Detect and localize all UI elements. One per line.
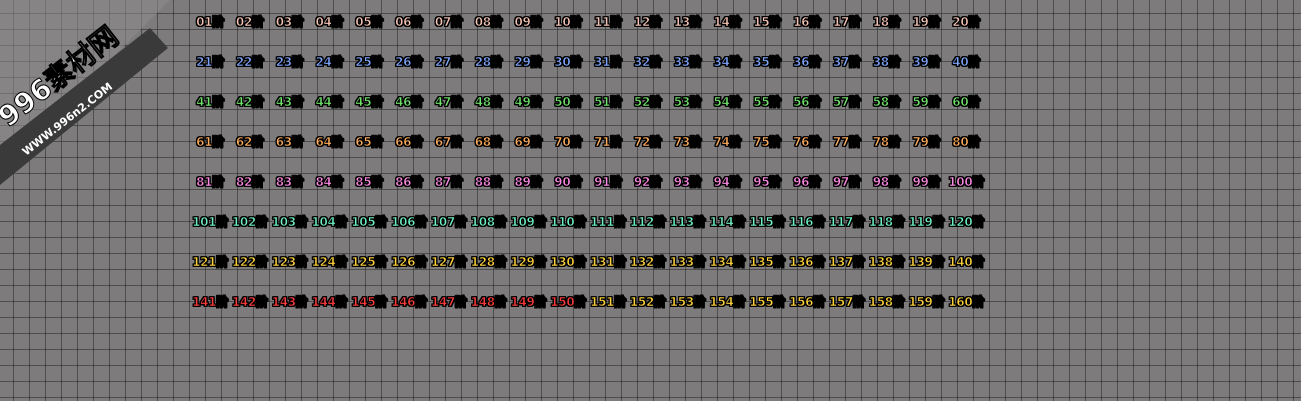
tier-row: 141阶 142阶 143阶 144阶 145阶 146阶 147阶 148阶 149阶 150阶… bbox=[180, 291, 1000, 331]
tier-row: 01阶 02阶 03阶 04阶 05阶 06阶 07阶 08阶 09阶 10阶 11阶 12阶 13阶 1… bbox=[180, 11, 1000, 51]
tier-label: 80阶 bbox=[952, 135, 981, 150]
tier-label: 40阶 bbox=[952, 55, 981, 70]
tier-label: 140阶 bbox=[948, 255, 985, 270]
tier-row: 121阶 122阶 123阶 124阶 125阶 126阶 127阶 128阶 129阶 130阶… bbox=[180, 251, 1000, 291]
tier-label: 20阶 bbox=[952, 15, 981, 30]
tier-label: 100阶 bbox=[948, 175, 985, 190]
tier-label: 60阶 bbox=[952, 95, 981, 110]
tier-row: 41阶 42阶 43阶 44阶 45阶 46阶 47阶 48阶 49阶 50阶 51阶 52阶 53阶 5… bbox=[180, 91, 1000, 131]
tier-row: 101阶 102阶 103阶 104阶 105阶 106阶 107阶 108阶 109阶 110阶… bbox=[180, 211, 1000, 251]
watermark-title: 996素材网 bbox=[0, 20, 125, 134]
watermark-graphic: 996素材网 WWW.996n2.COM bbox=[0, 0, 170, 185]
watermark-band bbox=[0, 28, 168, 185]
tier-row: 21阶 22阶 23阶 24阶 25阶 26阶 27阶 28阶 29阶 30阶 31阶 32阶 33阶 3… bbox=[180, 51, 1000, 91]
tier-label: 120阶 bbox=[948, 215, 985, 230]
tier-label-grid: 01阶 02阶 03阶 04阶 05阶 06阶 07阶 08阶 09阶 10阶 11阶 12阶 13阶 1… bbox=[180, 11, 1000, 331]
watermark-url: WWW.996n2.COM bbox=[20, 80, 115, 158]
watermark: 996素材网 WWW.996n2.COM bbox=[0, 0, 180, 200]
tier-row: 81阶 82阶 83阶 84阶 85阶 86阶 87阶 88阶 89阶 90阶 91阶 92阶 93阶 9… bbox=[180, 171, 1000, 211]
tier-row: 61阶 62阶 63阶 64阶 65阶 66阶 67阶 68阶 69阶 70阶 71阶 72阶 73阶 7… bbox=[180, 131, 1000, 171]
tier-label: 160阶 bbox=[948, 295, 985, 310]
